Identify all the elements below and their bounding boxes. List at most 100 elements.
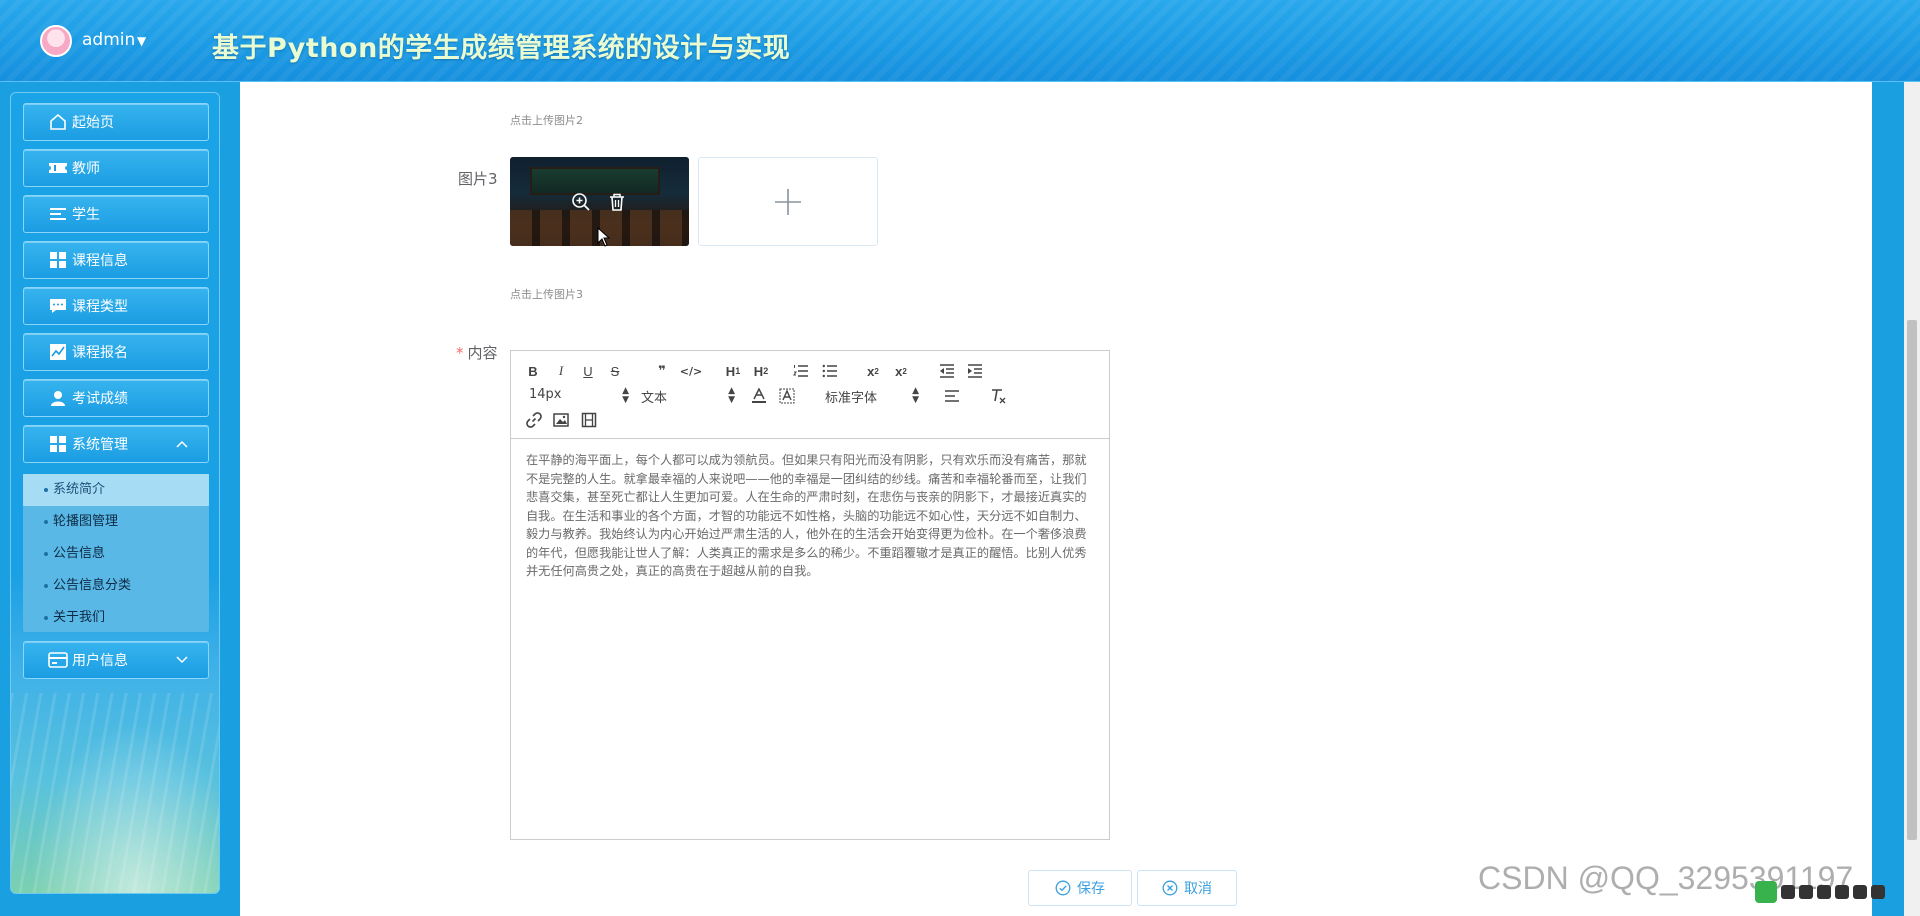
font-size-select[interactable]: 14px ▲ ▼ [529, 387, 629, 405]
sidebar-item-label: 教师 [72, 161, 100, 177]
chart-icon [48, 342, 68, 362]
required-mark: * [456, 344, 464, 362]
font-family-value: 标准字体 [825, 391, 878, 406]
sidebar-item-exam-score[interactable]: 考试成绩 [23, 379, 209, 417]
sidebar-item-label: 系统管理 [72, 437, 128, 453]
card-icon [48, 650, 68, 670]
avatar[interactable] [40, 25, 72, 57]
editor-content[interactable]: 在平静的海平面上，每个人都可以成为领航员。但如果只有阳光而没有阴影，只有欢乐而没… [526, 451, 1098, 581]
submenu-item-about[interactable]: 关于我们 [23, 602, 209, 634]
outdent-icon[interactable] [939, 362, 955, 380]
keyboard-icon[interactable] [1835, 885, 1849, 899]
close-circle-icon [1162, 880, 1178, 896]
content-label: * 内容 [456, 342, 498, 363]
chevron-up-icon [174, 436, 190, 452]
submenu-item-system-intro[interactable]: 系统简介 [23, 474, 209, 506]
image3-label: 图片3 [458, 170, 498, 188]
mouse-cursor-icon [597, 227, 611, 247]
chat-icon [48, 296, 68, 316]
save-button[interactable]: 保存 [1028, 870, 1132, 906]
subscript-icon[interactable]: x2 [864, 362, 882, 380]
background-color-icon[interactable] [779, 387, 795, 405]
cancel-button[interactable]: 取消 [1137, 870, 1237, 906]
scrollbar-thumb[interactable] [1907, 320, 1917, 840]
sidebar-item-system[interactable]: 系统管理 [23, 425, 209, 463]
sidebar-item-course-info[interactable]: 课程信息 [23, 241, 209, 279]
sidebar-item-user-info[interactable]: 用户信息 [23, 641, 209, 679]
grid-icon [48, 250, 68, 270]
ime-icon[interactable] [1755, 881, 1777, 903]
font-size-value: 14px [529, 387, 562, 402]
cancel-label: 取消 [1184, 881, 1212, 897]
tray-icon[interactable] [1799, 885, 1813, 899]
sidebar-item-label: 考试成绩 [72, 391, 128, 407]
header-select-value: 文本 [641, 391, 668, 406]
blockquote-icon[interactable]: ❞ [654, 362, 670, 380]
tray-icon[interactable] [1781, 885, 1795, 899]
upload-tip-image2: 点击上传图片2 [510, 114, 583, 127]
grid-icon [48, 434, 68, 454]
clear-format-icon[interactable] [990, 387, 1006, 405]
sidebar-item-label: 课程类型 [72, 299, 128, 315]
submenu-item-notice[interactable]: 公告信息 [23, 538, 209, 570]
image3-upload-button[interactable] [698, 157, 878, 246]
user-name[interactable]: admin [82, 30, 135, 50]
rich-text-editor: B I U S ❞ </> H1 H2 x2 x2 14px ▲ ▼ 文本 ▲ ▼ [510, 350, 1110, 840]
sidebar-item-label: 学生 [72, 207, 100, 223]
header1-icon[interactable]: H1 [723, 362, 743, 380]
zoom-in-icon[interactable] [570, 191, 592, 213]
tray-icon[interactable] [1871, 885, 1885, 899]
submenu-item-notice-category[interactable]: 公告信息分类 [23, 570, 209, 602]
content-label-text: 内容 [467, 344, 498, 362]
caret-down-icon[interactable]: ▼ [137, 34, 146, 48]
select-arrows-icon: ▲ ▼ [912, 386, 919, 405]
tray-icon[interactable] [1817, 885, 1831, 899]
font-color-icon[interactable] [751, 387, 767, 405]
bold-icon[interactable]: B [526, 362, 540, 380]
italic-icon[interactable]: I [554, 362, 568, 380]
video-icon[interactable] [581, 411, 597, 429]
indent-icon[interactable] [967, 362, 983, 380]
sidebar-item-label: 起始页 [72, 115, 114, 131]
plus-icon [775, 188, 801, 215]
chevron-down-icon [174, 652, 190, 668]
home-icon [48, 112, 68, 132]
header2-icon[interactable]: H2 [751, 362, 771, 380]
superscript-icon[interactable]: x2 [892, 362, 910, 380]
underline-icon[interactable]: U [581, 362, 595, 380]
sidebar-item-course-type[interactable]: 课程类型 [23, 287, 209, 325]
sidebar-item-home[interactable]: 起始页 [23, 103, 209, 141]
check-circle-icon [1055, 880, 1071, 896]
sidebar-item-student[interactable]: 学生 [23, 195, 209, 233]
header-select[interactable]: 文本 ▲ ▼ [641, 386, 735, 407]
app-title: 基于Python的学生成绩管理系统的设计与实现 [212, 33, 791, 64]
save-label: 保存 [1077, 881, 1105, 897]
image-icon[interactable] [553, 411, 569, 429]
top-header: admin ▼ 基于Python的学生成绩管理系统的设计与实现 [0, 0, 1920, 82]
font-family-select[interactable]: 标准字体 ▲ ▼ [825, 386, 919, 407]
sidebar-item-teacher[interactable]: 教师 [23, 149, 209, 187]
user-icon [48, 388, 68, 408]
submenu-item-carousel[interactable]: 轮播图管理 [23, 506, 209, 538]
upload-tip-image3: 点击上传图片3 [510, 288, 583, 301]
link-icon[interactable] [526, 411, 542, 429]
list-icon [48, 204, 68, 224]
sidebar-item-label: 课程报名 [72, 345, 128, 361]
sidebar-item-label: 用户信息 [72, 653, 128, 669]
select-arrows-icon: ▲ ▼ [728, 386, 735, 405]
editor-toolbar: B I U S ❞ </> H1 H2 x2 x2 14px ▲ ▼ 文本 ▲ ▼ [511, 351, 1109, 439]
ticket-icon [48, 158, 68, 178]
strike-icon[interactable]: S [608, 362, 622, 380]
system-tray [1755, 880, 1885, 904]
sidebar-item-course-signup[interactable]: 课程报名 [23, 333, 209, 371]
tray-icon[interactable] [1853, 885, 1867, 899]
bullet-list-icon[interactable] [822, 362, 838, 380]
system-submenu: 系统简介 轮播图管理 公告信息 公告信息分类 关于我们 [23, 474, 209, 632]
sidebar-item-label: 课程信息 [72, 253, 128, 269]
align-icon[interactable] [944, 387, 960, 405]
code-block-icon[interactable]: </> [680, 362, 702, 380]
sidebar: 起始页 教师 学生 课程信息 课程类型 课程报名 考试成绩 系统管理 系统简介 … [10, 92, 220, 894]
ordered-list-icon[interactable] [793, 362, 809, 380]
select-arrows-icon: ▲ ▼ [622, 386, 629, 405]
delete-icon[interactable] [606, 191, 628, 213]
